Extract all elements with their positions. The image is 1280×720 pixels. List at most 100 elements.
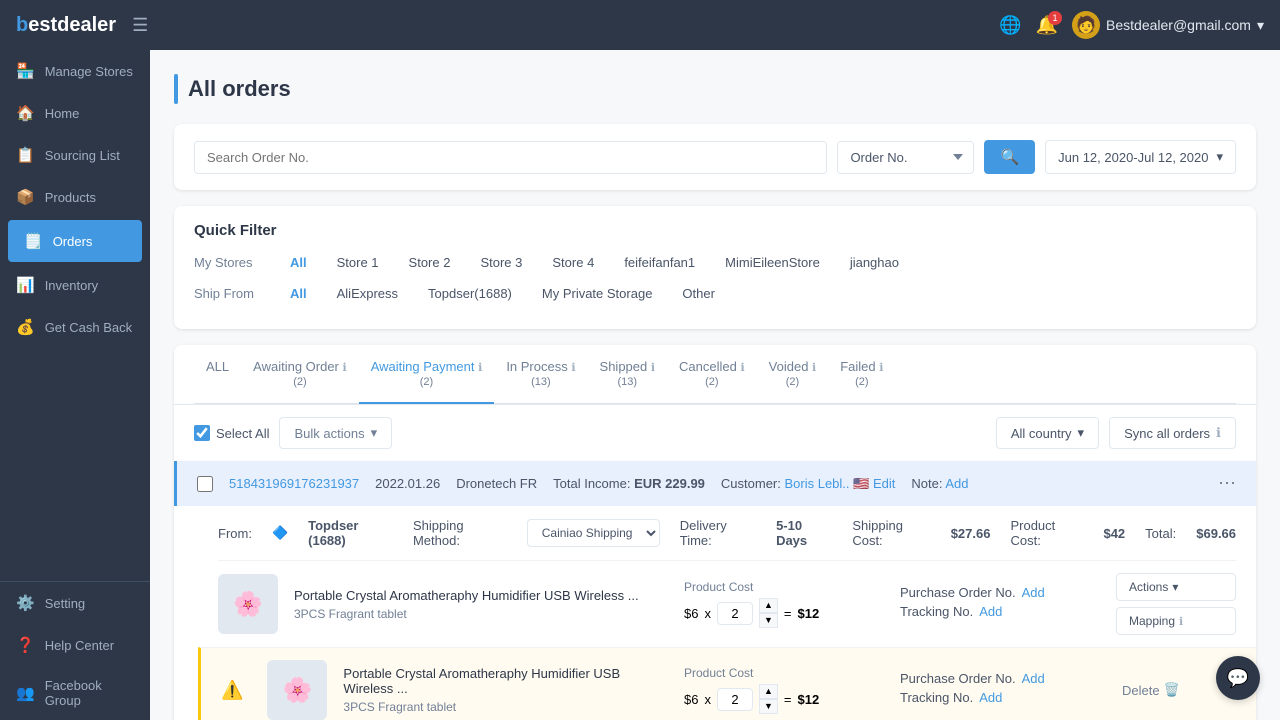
customer-flag-0: 🇺🇸 (853, 476, 869, 491)
page-title: All orders (188, 76, 291, 102)
shipping-select-0[interactable]: Cainiao Shipping (527, 519, 660, 547)
product-cost-section-1: Product Cost $6 x ▲ ▼ = $12 (684, 666, 884, 714)
edit-customer-0[interactable]: Edit (873, 476, 895, 491)
purchase-section-1: Purchase Order No. Add Tracking No. Add (900, 671, 1100, 709)
sidebar-item-home[interactable]: 🏠Home (0, 92, 150, 134)
total-label-0: Total: (1145, 526, 1176, 541)
qty-up-1[interactable]: ▲ (759, 684, 778, 699)
orders-icon: 🗒️ (24, 232, 43, 250)
search-input[interactable] (194, 141, 827, 174)
tab-in-process[interactable]: In Process ℹ(13) (494, 345, 587, 404)
tab-awaiting-order[interactable]: Awaiting Order ℹ(2) (241, 345, 359, 404)
subtotal-0: $12 (797, 606, 819, 621)
select-all-control[interactable]: Select All (194, 425, 269, 441)
delete-button-1[interactable]: Delete 🗑️ (1116, 676, 1186, 704)
tab-count-cancelled: (2) (705, 376, 718, 388)
sidebar-label-facebook-group: Facebook Group (45, 678, 134, 708)
order-id-0[interactable]: 518431969176231937 (229, 476, 359, 491)
tab-cancelled[interactable]: Cancelled ℹ (2) (667, 345, 757, 404)
sidebar-item-inventory[interactable]: 📊Inventory (0, 264, 150, 306)
product-cost-section-0: Product Cost $6 x ▲ ▼ = $12 (684, 580, 884, 628)
actions-button-0[interactable]: Actions ▾ (1116, 573, 1236, 601)
bulk-actions-button[interactable]: Bulk actions ▾ (279, 417, 392, 449)
order-customer-0: Customer: Boris Lebl.. 🇺🇸 Edit (721, 476, 895, 492)
country-filter-button[interactable]: All country ▾ (996, 417, 1099, 449)
store-chip-jianghao[interactable]: jianghao (840, 251, 909, 274)
product-name-0: Portable Crystal Aromatheraphy Humidifie… (294, 588, 668, 603)
search-type-select[interactable]: Order No. Customer Name Product Name (837, 141, 974, 174)
tab-label-failed: Failed ℹ (840, 359, 883, 374)
manage-stores-icon: 🏪 (16, 62, 35, 80)
tab-shipped[interactable]: Shipped ℹ(13) (588, 345, 668, 404)
tab-all[interactable]: ALL (194, 345, 241, 404)
from-label-0: From: (218, 526, 252, 541)
tab-failed[interactable]: Failed ℹ(2) (828, 345, 895, 404)
hamburger-icon[interactable]: ☰ (132, 15, 148, 36)
sync-all-button[interactable]: Sync all orders ℹ (1109, 417, 1236, 449)
sidebar-item-sourcing-list[interactable]: 📋Sourcing List (0, 134, 150, 176)
add-tracking-0[interactable]: Add (979, 604, 1002, 619)
tab-awaiting-payment[interactable]: Awaiting Payment ℹ(2) (359, 345, 495, 404)
add-purchase-order-0[interactable]: Add (1022, 585, 1045, 600)
topnav-right: 🌐 🔔 1 🧑 Bestdealer@gmail.com ▾ (999, 11, 1264, 39)
tab-label-shipped: Shipped ℹ (600, 359, 656, 374)
sidebar-item-facebook-group[interactable]: 👥 Facebook Group (0, 666, 150, 720)
store-chip-store-2[interactable]: Store 2 (399, 251, 461, 274)
sidebar-item-setting[interactable]: ⚙️Setting (0, 582, 150, 624)
date-range-picker[interactable]: Jun 12, 2020-Jul 12, 2020 ▾ (1045, 140, 1236, 174)
add-tracking-1[interactable]: Add (979, 690, 1002, 705)
ship-chip-topdser-1688-[interactable]: Topdser(1688) (418, 282, 522, 305)
facebook-group-icon: 👥 (16, 684, 35, 702)
order-checkbox-0[interactable] (197, 476, 213, 492)
add-note-0[interactable]: Add (945, 476, 968, 491)
store-chip-mimieileenstore[interactable]: MimiEileenStore (715, 251, 830, 274)
store-chip-store-4[interactable]: Store 4 (542, 251, 604, 274)
order-more-0[interactable]: ⋯ (1218, 473, 1236, 494)
sidebar-item-products[interactable]: 📦Products (0, 176, 150, 218)
qty-down-0[interactable]: ▼ (759, 613, 778, 628)
product-image-1: 🌸 (267, 660, 327, 720)
notifications-icon[interactable]: 🔔 1 (1036, 15, 1058, 36)
tab-count-awaiting-payment: (2) (420, 376, 433, 388)
actions-section-0: Actions ▾ Mapping ℹ (1116, 573, 1236, 635)
order-card: 518431969176231937 2022.01.26 Dronetech … (174, 461, 1256, 720)
qty-down-1[interactable]: ▼ (759, 699, 778, 714)
ship-chip-my-private-storage[interactable]: My Private Storage (532, 282, 663, 305)
ship-chip-aliexpress[interactable]: AliExpress (327, 282, 408, 305)
store-chip-store-1[interactable]: Store 1 (327, 251, 389, 274)
tab-voided[interactable]: Voided ℹ(2) (757, 345, 829, 404)
tab-count-in-process: (13) (531, 376, 551, 388)
user-menu[interactable]: 🧑 Bestdealer@gmail.com ▾ (1072, 11, 1264, 39)
help-center-icon: ❓ (16, 636, 35, 654)
sidebar-item-manage-stores[interactable]: 🏪Manage Stores (0, 50, 150, 92)
store-chip-feifeifanfan1[interactable]: feifeifanfan1 (614, 251, 705, 274)
sidebar-item-help-center[interactable]: ❓Help Center (0, 624, 150, 666)
purchase-order-label-0: Purchase Order No. (900, 585, 1016, 600)
store-chip-store-3[interactable]: Store 3 (470, 251, 532, 274)
ship-chip-other[interactable]: Other (672, 282, 725, 305)
sidebar-item-get-cash-back[interactable]: 💰Get Cash Back (0, 306, 150, 348)
sync-all-label: Sync all orders (1124, 426, 1210, 441)
qty-up-0[interactable]: ▲ (759, 598, 778, 613)
customer-link-0[interactable]: Boris Lebl.. (784, 476, 849, 491)
product-price-1: $6 x ▲ ▼ = $12 (684, 684, 884, 714)
product-cost-label-0: Product Cost: (1010, 518, 1083, 548)
globe-icon[interactable]: 🌐 (999, 15, 1021, 36)
chat-button[interactable]: 💬 (1216, 656, 1260, 700)
mapping-button-0[interactable]: Mapping ℹ (1116, 607, 1236, 635)
qty-input-0[interactable] (717, 602, 753, 625)
search-button[interactable]: 🔍 (984, 140, 1035, 174)
tab-label-cancelled: Cancelled ℹ (679, 359, 745, 374)
products-icon: 📦 (16, 188, 35, 206)
qty-input-1[interactable] (717, 688, 753, 711)
product-row: ⚠️ 🌸 Portable Crystal Aromatheraphy Humi… (198, 647, 1256, 720)
ship-chip-all[interactable]: All (280, 282, 317, 305)
add-purchase-order-1[interactable]: Add (1022, 671, 1045, 686)
store-chip-all[interactable]: All (280, 251, 317, 274)
search-section: Order No. Customer Name Product Name 🔍 J… (174, 124, 1256, 190)
select-all-checkbox[interactable] (194, 425, 210, 441)
ship-from-filter-row: Ship From AllAliExpressTopdser(1688)My P… (194, 282, 1236, 305)
product-cost-0: $42 (1103, 526, 1125, 541)
order-tabs: ALL Awaiting Order ℹ(2)Awaiting Payment … (174, 345, 1256, 404)
sidebar-item-orders[interactable]: 🗒️Orders (8, 220, 142, 262)
